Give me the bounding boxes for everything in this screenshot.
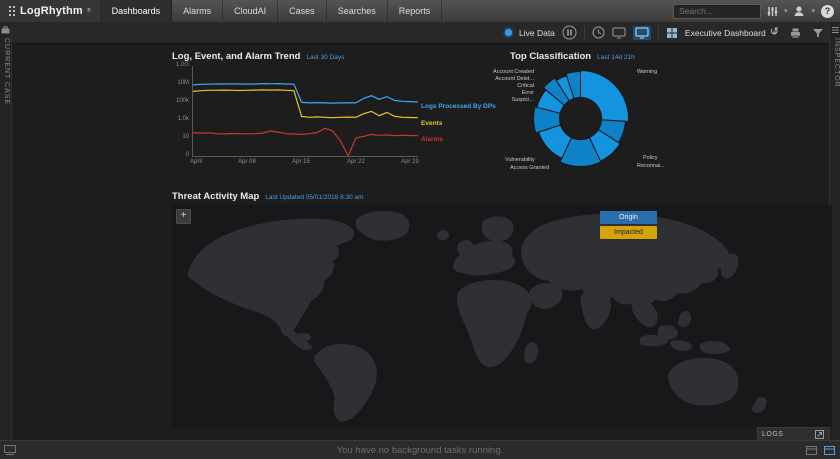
nav-tab-alarms[interactable]: Alarms xyxy=(172,0,223,22)
refresh-icon[interactable]: ↺ xyxy=(770,22,779,43)
nav-tab-searches[interactable]: Searches xyxy=(327,0,388,22)
y-axis-tick: 10 xyxy=(170,134,189,140)
case-briefcase-icon xyxy=(1,26,10,34)
x-axis-tick: Apr 08 xyxy=(238,159,256,165)
x-axis-tick: April xyxy=(190,159,202,165)
series-label-events[interactable]: Events xyxy=(421,120,442,127)
pause-icon[interactable] xyxy=(562,25,577,40)
dashboard-toolbar: Live Data Executive Dashboard ▾ ↺ xyxy=(0,22,840,44)
grid-view-icon[interactable] xyxy=(612,27,626,39)
dashboard-selector[interactable]: Executive Dashboard xyxy=(685,28,766,38)
x-axis-tick: Apr 22 xyxy=(347,159,365,165)
classification-panel-title: Top Classification xyxy=(510,51,591,62)
logrhythm-logo[interactable]: LogRhythm ® xyxy=(0,0,101,22)
expand-panel-icon[interactable] xyxy=(815,430,824,439)
y-axis-tick: 1.0G xyxy=(170,62,189,68)
donut-label-critical: Critical xyxy=(517,83,534,89)
dashboard-view-icon xyxy=(635,27,649,39)
logo-text: LogRhythm xyxy=(20,5,83,17)
logs-label: LOGS xyxy=(762,431,811,438)
nav-tab-cloudai[interactable]: CloudAI xyxy=(223,0,278,22)
x-axis-tick: Apr 15 xyxy=(292,159,310,165)
help-icon[interactable]: ? xyxy=(821,5,834,18)
donut-label-reconnaissance: Reconnai... xyxy=(637,163,665,169)
y-axis-tick: 100k xyxy=(170,98,189,104)
trend-panel-title: Log, Event, and Alarm Trend xyxy=(172,51,300,62)
y-axis-tick: 10M xyxy=(170,80,189,86)
divider xyxy=(658,26,659,39)
donut-label-suspicious: Suspici... xyxy=(512,97,534,103)
map-panel-title: Threat Activity Map xyxy=(172,191,259,202)
trend-chart-panel: Log, Event, and Alarm Trend Last 30 Days… xyxy=(170,48,502,176)
search-input[interactable] xyxy=(673,4,761,19)
time-range-clock-icon[interactable] xyxy=(592,26,605,39)
classification-donut-chart[interactable] xyxy=(528,66,633,171)
legend-impacted-button[interactable]: Impacted xyxy=(600,226,657,239)
status-bar: You have no background tasks running. xyxy=(0,440,840,459)
divider xyxy=(584,26,585,39)
map-legend: Origin Impacted xyxy=(600,211,657,241)
trend-panel-subtitle: Last 30 Days xyxy=(306,54,344,61)
classification-panel-subtitle: Last 14d 21h xyxy=(597,54,635,61)
donut-label-access-granted: Access Granted xyxy=(510,165,549,171)
trend-line-chart[interactable] xyxy=(192,66,419,158)
tasks-monitor-icon[interactable] xyxy=(4,445,16,455)
nav-tab-dashboards[interactable]: Dashboards xyxy=(101,0,173,22)
nav-tab-cases[interactable]: Cases xyxy=(278,0,327,22)
donut-label-account-created: Account Created xyxy=(493,69,534,75)
dashboard-grid-icon xyxy=(666,27,678,39)
legend-origin-button[interactable]: Origin xyxy=(600,211,657,224)
series-label-alarms[interactable]: Alarms xyxy=(421,136,443,143)
live-data-indicator-icon xyxy=(505,29,512,36)
donut-label-vulnerability: Vulnerability xyxy=(505,157,535,163)
map-panel-subtitle: Last Updated 05/01/2018 8:30 am xyxy=(265,194,363,201)
panel-toggle-icon[interactable] xyxy=(806,446,817,455)
toolbar-center-group: Live Data Executive Dashboard ▾ xyxy=(505,22,776,43)
filter-funnel-icon[interactable] xyxy=(812,27,824,39)
dashboard-view-active[interactable] xyxy=(633,26,651,40)
map-zoom-in-button[interactable]: + xyxy=(176,209,191,224)
world-map xyxy=(172,205,832,427)
threat-activity-map[interactable]: + Origin Impacted xyxy=(172,205,832,427)
chevron-down-icon[interactable]: ▾ xyxy=(811,7,815,15)
print-icon[interactable] xyxy=(789,27,802,39)
top-nav: LogRhythm ® Dashboards Alarms CloudAI Ca… xyxy=(0,0,840,23)
chevron-down-icon[interactable]: ▾ xyxy=(784,7,788,15)
toolbar-right-group: ↺ xyxy=(770,22,824,43)
user-avatar-icon[interactable] xyxy=(793,5,805,17)
donut-label-account-deleted: Account Delet... xyxy=(495,76,534,82)
registered-mark: ® xyxy=(87,8,91,14)
y-axis-tick: 1.0k xyxy=(170,116,189,122)
app-window: LogRhythm ® Dashboards Alarms CloudAI Ca… xyxy=(0,0,840,459)
donut-segment xyxy=(581,71,629,122)
logrhythm-logo-icon xyxy=(9,6,16,17)
filter-sliders-icon[interactable] xyxy=(767,6,778,17)
current-case-label: CURRENT CASE xyxy=(1,38,10,105)
x-axis-tick: Apr 29 xyxy=(401,159,419,165)
series-label-logs[interactable]: Logs Processed By DPs xyxy=(421,103,496,110)
donut-label-error: Error xyxy=(522,90,534,96)
current-case-panel-tab[interactable]: CURRENT CASE xyxy=(0,22,12,440)
nav-tab-reports[interactable]: Reports xyxy=(388,0,443,22)
classification-panel: Top Classification Last 14d 21h Warning … xyxy=(500,48,835,188)
console-toggle-icon[interactable] xyxy=(824,446,835,455)
donut-label-policy: Policy xyxy=(643,155,658,161)
inspector-list-icon xyxy=(831,26,840,34)
status-message: You have no background tasks running. xyxy=(0,441,840,459)
donut-label-warning: Warning xyxy=(637,69,657,75)
logs-panel-tab[interactable]: LOGS xyxy=(757,427,829,440)
topnav-right-group: ▾ ▾ ? xyxy=(673,0,840,22)
y-axis-tick: 0 xyxy=(170,152,189,158)
live-data-label: Live Data xyxy=(519,28,555,38)
